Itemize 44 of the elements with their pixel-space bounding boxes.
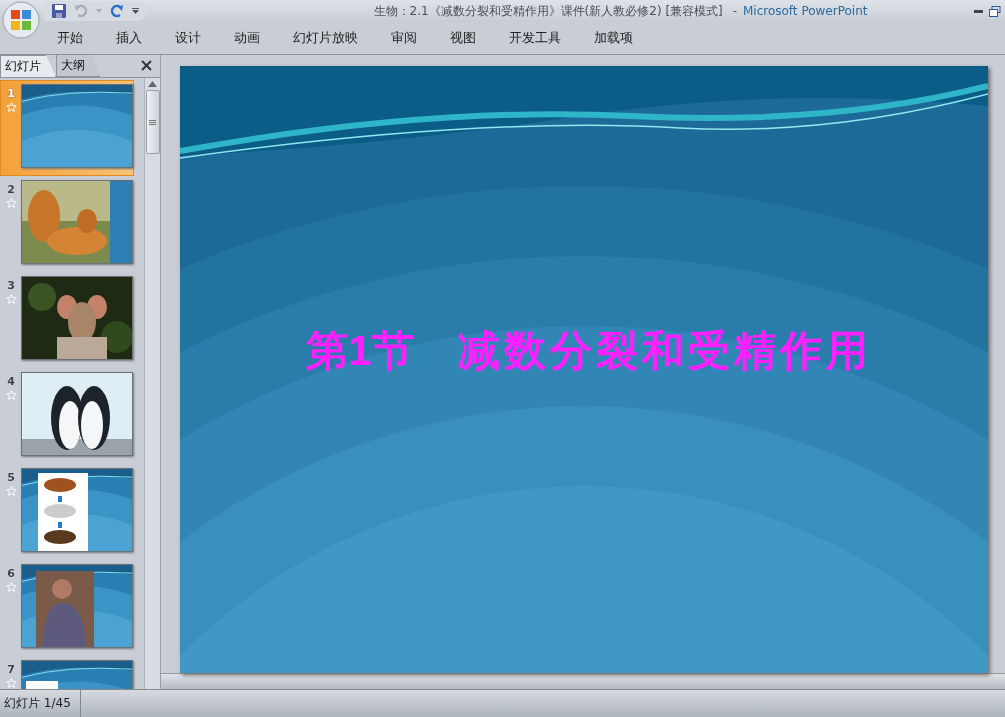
star-icon [5, 390, 17, 400]
ribbon-tab[interactable]: 审阅 [391, 29, 417, 47]
panel-tab[interactable]: 大纲 [56, 54, 100, 77]
slide-number: 3 [7, 279, 15, 292]
scrollbar-thumb[interactable] [145, 90, 160, 154]
slide-thumbnail-row[interactable]: 5 [0, 464, 134, 560]
minimize-icon[interactable] [974, 9, 983, 13]
star-icon [5, 486, 17, 496]
slide-number: 4 [7, 375, 15, 388]
redo-icon[interactable] [110, 4, 124, 18]
horizontal-scrollbar[interactable] [161, 673, 1005, 689]
slide-number: 6 [7, 567, 15, 580]
save-icon[interactable] [52, 4, 66, 18]
customize-caret-icon[interactable] [132, 8, 139, 14]
ribbon-tab[interactable]: 插入 [116, 29, 142, 47]
star-icon [5, 198, 17, 208]
slide-thumbnail-row[interactable]: 6 [0, 560, 134, 656]
slide-title: 减数分裂和受精作用 [457, 325, 872, 376]
window-title: 生物：2.1《减数分裂和受精作用》课件(新人教必修2) [兼容模式] - Microsoft PowerPoint [372, 2, 869, 20]
scroll-up-icon[interactable] [148, 81, 157, 87]
close-icon[interactable] [141, 60, 152, 71]
status-slide-indicator: 幻灯片 1/45 [0, 690, 81, 717]
slide-thumbnail-row[interactable]: 3 [0, 272, 134, 368]
slide-number: 5 [7, 471, 15, 484]
star-icon [5, 102, 17, 112]
panel-tab[interactable]: 幻灯片 [0, 55, 56, 77]
slide-title: 第1节 [306, 325, 414, 376]
ribbon-tab[interactable]: 加载项 [594, 29, 633, 47]
slide-number: 1 [7, 87, 15, 100]
ribbon-tab[interactable]: 开始 [57, 29, 83, 47]
slide-number: 2 [7, 183, 15, 196]
star-icon [5, 582, 17, 592]
ribbon-tab[interactable]: 视图 [450, 29, 476, 47]
ribbon-tab[interactable]: 开发工具 [509, 29, 561, 47]
slide-number: 7 [7, 663, 15, 676]
slide-thumbnail-row[interactable]: 7 [0, 656, 134, 689]
restore-icon[interactable] [989, 5, 1001, 17]
star-icon [5, 294, 17, 304]
ribbon-tab[interactable]: 设计 [175, 29, 201, 47]
ribbon-tab[interactable]: 幻灯片放映 [293, 29, 358, 47]
slide-thumbnail-row[interactable]: 4 [0, 368, 134, 464]
slide-thumbnail-row[interactable]: 2 [0, 176, 134, 272]
ribbon-tab[interactable]: 动画 [234, 29, 260, 47]
star-icon [5, 678, 17, 688]
